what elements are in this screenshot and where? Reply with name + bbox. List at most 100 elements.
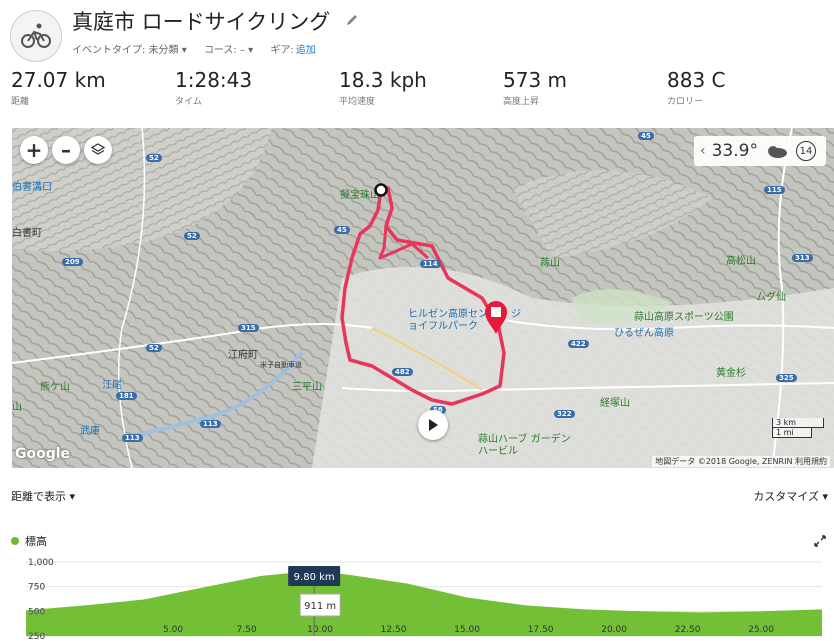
tooltip-value: 911 m: [304, 601, 336, 612]
route-shield: 45: [638, 132, 654, 140]
stat-value: 18.3 kph: [339, 68, 427, 92]
start-marker-icon[interactable]: [374, 183, 388, 197]
y-tick-label: 500: [28, 607, 45, 617]
route-shield: 209: [62, 258, 83, 266]
route-shield: 52: [146, 154, 162, 162]
stat-calories: 883 C カロリー: [667, 68, 726, 107]
stat-value: 883 C: [667, 68, 726, 92]
stat-label: カロリー: [667, 97, 704, 107]
layers-button[interactable]: [84, 136, 112, 164]
activity-meta: イベントタイプ: 未分類 ▾ コース: – ▾ ギア: 追加: [72, 41, 344, 56]
stat-label: 平均速度: [339, 97, 376, 107]
route-shield: 315: [238, 324, 259, 332]
stat-label: 距離: [11, 97, 30, 107]
y-tick-label: 250: [28, 632, 45, 641]
route-shield: 45: [334, 226, 350, 234]
stat-value: 1:28:43: [175, 68, 253, 92]
map-label: 米子自動車道: [260, 361, 302, 369]
stat-value: 27.07 km: [11, 68, 106, 92]
map-label: 蒜山ハーブ ガーデン ハービル: [478, 434, 571, 457]
route-shield: 113: [200, 420, 221, 428]
stat-distance: 27.07 km 距離: [11, 68, 106, 107]
y-tick-label: 1,000: [28, 558, 54, 568]
stat-label: タイム: [175, 97, 202, 107]
event-type-dropdown[interactable]: イベントタイプ: 未分類 ▾: [72, 45, 187, 56]
distance-mode-dropdown[interactable]: 距離で表示 ▾: [11, 488, 75, 504]
map-label: 武庫: [80, 426, 100, 437]
weather-widget[interactable]: ‹ 33.9° 14: [694, 136, 826, 166]
activity-title[interactable]: 真庭市 ロードサイクリング: [72, 6, 330, 36]
scale-mi: 1 mi: [772, 428, 812, 438]
cycling-icon: [10, 10, 62, 62]
route-shield: 52: [146, 344, 162, 352]
legend-dot: [11, 537, 19, 545]
y-tick-label: 750: [28, 583, 45, 593]
route-shield: 115: [764, 186, 785, 194]
gear-add-link[interactable]: 追加: [296, 45, 316, 56]
edit-pencil-icon[interactable]: [345, 13, 359, 27]
x-tick-label: 5.00: [163, 625, 183, 635]
elevation-chart[interactable]: 1,0007505002501,0007505002505.007.5010.0…: [0, 552, 834, 641]
elevation-legend[interactable]: 標高: [11, 533, 47, 549]
route-map[interactable]: + – ‹ 33.9° 14 伯耆溝口 擬宝珠山 蒜山 高松山 ムグ仙 ヒルゼン…: [12, 128, 834, 468]
stat-time: 1:28:43 タイム: [175, 68, 252, 107]
gear-label: ギア: 追加: [270, 45, 329, 56]
chevron-left-icon[interactable]: ‹: [700, 143, 706, 159]
route-shield: 482: [392, 368, 413, 376]
zoom-in-button[interactable]: +: [20, 136, 48, 164]
map-label: 経塚山: [600, 398, 630, 409]
map-label: 江府町: [228, 350, 258, 361]
route-shield: 114: [420, 260, 441, 268]
expand-icon[interactable]: [814, 535, 826, 547]
x-tick-label: 17.50: [528, 625, 554, 635]
route-shield: 52: [184, 232, 200, 240]
map-label: 蒜山: [540, 258, 560, 269]
weather-temperature: 33.9°: [711, 141, 758, 161]
chart-toolbar: 距離で表示 ▾ カスタマイズ ▾: [0, 486, 834, 506]
stat-value: 573 m: [503, 68, 568, 92]
customize-dropdown[interactable]: カスタマイズ ▾: [753, 488, 828, 504]
x-tick-label: 10.00: [307, 625, 333, 635]
map-label: 三平山: [292, 382, 322, 393]
route-shield: 313: [792, 254, 813, 262]
route-shield: 181: [116, 392, 137, 400]
route-shield: 322: [554, 410, 575, 418]
x-tick-label: 7.50: [237, 625, 257, 635]
x-tick-label: 22.50: [675, 625, 701, 635]
map-label: ムグ仙: [756, 292, 786, 303]
route-shield: 113: [122, 434, 143, 442]
course-dropdown[interactable]: コース: – ▾: [204, 45, 253, 56]
stats-row: 27.07 km 距離 1:28:43 タイム 18.3 kph 平均速度 57…: [0, 68, 834, 112]
stat-elevation-gain: 573 m 高度上昇: [503, 68, 567, 107]
x-tick-label: 25.00: [748, 625, 774, 635]
activity-header: 真庭市 ロードサイクリング イベントタイプ: 未分類 ▾ コース: – ▾ ギア…: [0, 0, 834, 62]
route-shield: 325: [776, 374, 797, 382]
google-logo: Google: [15, 446, 71, 462]
play-icon: [429, 419, 438, 431]
tooltip-distance: 9.80 km: [294, 572, 335, 583]
scale-km: 3 km: [772, 418, 824, 428]
playback-button[interactable]: [418, 410, 448, 440]
stat-avg-speed: 18.3 kph 平均速度: [339, 68, 427, 107]
map-label: 伯耆溝口: [12, 182, 52, 193]
x-tick-label: 15.00: [454, 625, 480, 635]
map-label: 蒜山高原スポーツ公園: [634, 312, 734, 323]
map-label: 山: [12, 402, 22, 413]
map-label: 江尾: [102, 380, 122, 391]
map-label: 高松山: [726, 256, 756, 267]
partly-cloudy-icon: [767, 146, 787, 158]
map-label: 白書町: [12, 228, 42, 239]
zoom-out-button[interactable]: –: [52, 136, 80, 164]
legend-label: 標高: [25, 535, 47, 548]
layers-icon: [90, 143, 106, 155]
route-shield: 422: [568, 340, 589, 348]
map-label: ひるぜん高原: [614, 328, 674, 339]
map-label: 熊ケ山: [40, 382, 70, 393]
gear-text: ギア:: [270, 45, 294, 56]
map-attribution[interactable]: 地図データ ©2018 Google, ZENRIN 利用規約: [652, 456, 830, 467]
finish-flag-marker-icon[interactable]: [482, 300, 510, 336]
wind-speed-badge: 14: [795, 141, 816, 161]
map-label: 黄金杉: [716, 368, 746, 379]
elevation-area: [26, 570, 822, 636]
map-scale: 3 km 1 mi: [772, 418, 824, 438]
